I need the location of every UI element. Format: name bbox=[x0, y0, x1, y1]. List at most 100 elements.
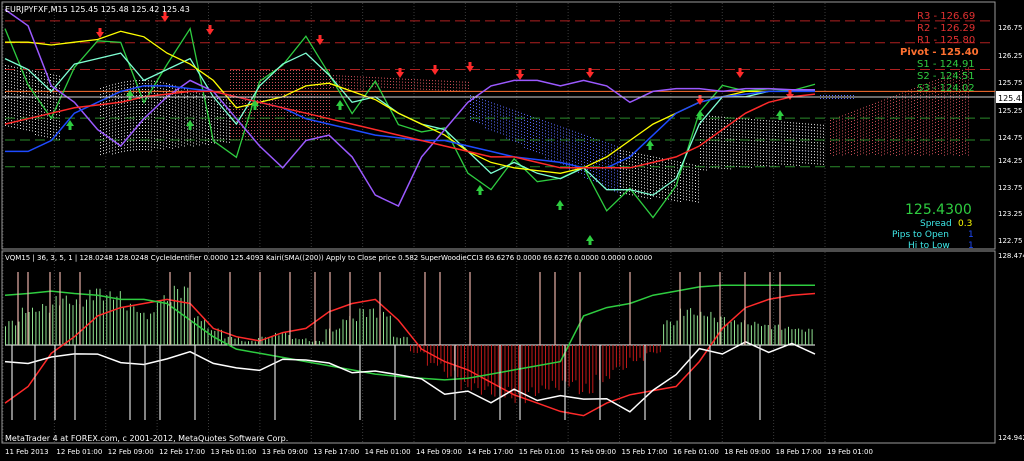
cloud-dot bbox=[287, 115, 288, 116]
cloud-dot bbox=[281, 79, 282, 80]
cloud-dot bbox=[563, 128, 564, 129]
cloud-dot bbox=[29, 106, 30, 107]
cloud-dot bbox=[5, 107, 6, 108]
cloud-dot bbox=[554, 142, 555, 143]
cloud-dot bbox=[142, 131, 143, 132]
cloud-dot bbox=[372, 77, 373, 78]
cloud-dot bbox=[151, 114, 152, 115]
cloud-dot bbox=[305, 88, 306, 89]
cloud-dot bbox=[781, 154, 782, 155]
cloud-dot bbox=[470, 104, 471, 105]
cloud-dot bbox=[887, 116, 888, 117]
cloud-dot bbox=[314, 133, 315, 134]
cloud-dot bbox=[629, 155, 630, 156]
cloud-dot bbox=[920, 104, 921, 105]
cloud-dot bbox=[254, 127, 255, 128]
cloud-dot bbox=[239, 115, 240, 116]
cloud-dot bbox=[724, 120, 725, 121]
cloud-dot bbox=[384, 78, 385, 79]
cloud-dot bbox=[733, 157, 734, 158]
cloud-dot bbox=[414, 85, 415, 86]
cloud-dot bbox=[106, 149, 107, 150]
chart-canvas[interactable]: 125.43 EURJPYFXF,M15 125.45 125.48 125.4… bbox=[0, 0, 1024, 457]
cloud-dot bbox=[305, 103, 306, 104]
cloud-dot bbox=[518, 121, 519, 122]
cloud-dot bbox=[178, 135, 179, 136]
cloud-dot bbox=[742, 133, 743, 134]
cloud-dot bbox=[920, 131, 921, 132]
cloud-dot bbox=[763, 150, 764, 151]
cloud-dot bbox=[284, 133, 285, 134]
cloud-dot bbox=[470, 113, 471, 114]
cloud-dot bbox=[190, 136, 191, 137]
cloud-dot bbox=[35, 107, 36, 108]
cloud-dot bbox=[38, 75, 39, 76]
cloud-dot bbox=[512, 134, 513, 135]
cloud-dot bbox=[208, 123, 209, 124]
cloud-dot bbox=[497, 119, 498, 120]
cloud-dot bbox=[38, 87, 39, 88]
cloud-dot bbox=[887, 134, 888, 135]
cloud-dot bbox=[742, 151, 743, 152]
cloud-dot bbox=[611, 144, 612, 145]
cloud-dot bbox=[50, 134, 51, 135]
cloud-dot bbox=[569, 151, 570, 152]
cloud-dot bbox=[533, 144, 534, 145]
cloud-dot bbox=[112, 126, 113, 127]
cloud-dot bbox=[435, 80, 436, 81]
cloud-dot bbox=[557, 146, 558, 147]
cloud-dot bbox=[254, 88, 255, 89]
cloud-dot bbox=[842, 127, 843, 128]
cloud-dot bbox=[769, 130, 770, 131]
cloud-dot bbox=[560, 160, 561, 161]
cloud-dot bbox=[881, 125, 882, 126]
cloud-dot bbox=[754, 161, 755, 162]
cloud-dot bbox=[811, 127, 812, 128]
cloud-dot bbox=[521, 119, 522, 120]
cloud-dot bbox=[578, 142, 579, 143]
cloud-dot bbox=[5, 110, 6, 111]
cloud-dot bbox=[47, 121, 48, 122]
cloud-dot bbox=[805, 123, 806, 124]
cloud-dot bbox=[447, 84, 448, 85]
cloud-dot bbox=[527, 118, 528, 119]
cloud-dot bbox=[623, 181, 624, 182]
cloud-dot bbox=[569, 157, 570, 158]
cloud-dot bbox=[311, 112, 312, 113]
cloud-dot bbox=[278, 100, 279, 101]
cloud-dot bbox=[372, 80, 373, 81]
cloud-dot bbox=[769, 133, 770, 134]
cloud-dot bbox=[163, 124, 164, 125]
cloud-dot bbox=[59, 79, 60, 80]
cloud-dot bbox=[317, 100, 318, 101]
cloud-dot bbox=[366, 83, 367, 84]
cloud-dot bbox=[935, 149, 936, 150]
cloud-dot bbox=[736, 157, 737, 158]
cloud-dot bbox=[148, 89, 149, 90]
cloud-dot bbox=[151, 105, 152, 106]
cloud-dot bbox=[611, 183, 612, 184]
cloud-dot bbox=[917, 120, 918, 121]
cloud-dot bbox=[124, 82, 125, 83]
cloud-dot bbox=[118, 131, 119, 132]
cloud-dot bbox=[811, 145, 812, 146]
cloud-dot bbox=[260, 73, 261, 74]
cloud-dot bbox=[632, 179, 633, 180]
cloud-dot bbox=[56, 78, 57, 79]
cloud-dot bbox=[899, 148, 900, 149]
cloud-dot bbox=[823, 149, 824, 150]
cloud-dot bbox=[626, 184, 627, 185]
cloud-dot bbox=[838, 95, 839, 96]
cloud-dot bbox=[115, 120, 116, 121]
cloud-dot bbox=[814, 142, 815, 143]
cloud-dot bbox=[369, 83, 370, 84]
cloud-dot bbox=[929, 130, 930, 131]
cloud-dot bbox=[727, 153, 728, 154]
cloud-dot bbox=[790, 158, 791, 159]
cloud-dot bbox=[956, 150, 957, 151]
cloud-dot bbox=[712, 131, 713, 132]
cloud-dot bbox=[647, 158, 648, 159]
cloud-dot bbox=[226, 129, 227, 130]
cloud-dot bbox=[854, 132, 855, 133]
cloud-dot bbox=[208, 144, 209, 145]
